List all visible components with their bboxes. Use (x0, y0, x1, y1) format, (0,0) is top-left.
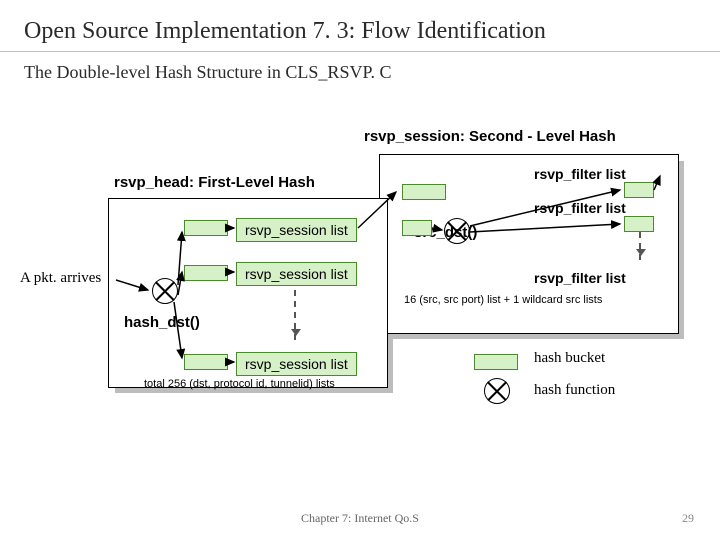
dashed-arrow-filter (639, 232, 641, 260)
bucket-r2 (402, 220, 432, 236)
hash-dst-hashfn-icon (152, 278, 178, 304)
first-level-label: rsvp_head: First-Level Hash (114, 174, 315, 191)
second-level-box (379, 154, 679, 334)
second-level-label: rsvp_session: Second - Level Hash (364, 128, 616, 145)
bucket-l2 (184, 265, 228, 281)
bucket-r4 (624, 216, 654, 232)
bucket-l1 (184, 220, 228, 236)
filter-list-1-label: rsvp_filter list (534, 166, 626, 182)
filter-list-3-label: rsvp_filter list (534, 270, 626, 286)
legend-fn-label: hash function (534, 382, 615, 399)
dashed-arrow-sessions (294, 290, 296, 340)
filter-list-2-label: rsvp_filter list (534, 200, 626, 216)
slide-title: Open Source Implementation 7. 3: Flow Id… (0, 0, 720, 52)
slide-subtitle: The Double-level Hash Structure in CLS_R… (0, 52, 720, 83)
legend-bucket-icon (474, 354, 518, 370)
bucket-r1 (402, 184, 446, 200)
total-256-note: total 256 (dst, protocol id, tunnelid) l… (144, 378, 335, 390)
page-number: 29 (682, 511, 694, 526)
bucket-l3 (184, 354, 228, 370)
diagram-area: rsvp_session: Second - Level Hash rsvp_h… (24, 120, 696, 480)
session-list-1: rsvp_session list (236, 218, 357, 242)
session-list-3: rsvp_session list (236, 352, 357, 376)
bucket-r3 (624, 182, 654, 198)
legend-fn-icon (484, 378, 510, 404)
session-list-2: rsvp_session list (236, 262, 357, 286)
hash-dst-label: hash_dst() (124, 314, 200, 331)
sixteen-src-note: 16 (src, src port) list + 1 wildcard src… (404, 294, 602, 306)
footer-text: Chapter 7: Internet Qo.S (0, 511, 720, 526)
pkt-arrives-label: A pkt. arrives (20, 270, 101, 287)
legend-bucket-label: hash bucket (534, 350, 605, 367)
